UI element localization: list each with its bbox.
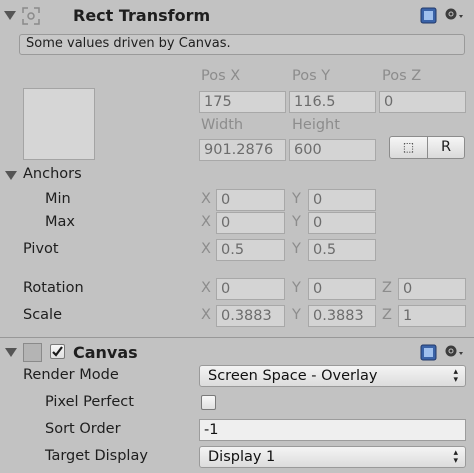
scale-z-field[interactable]: 1 (398, 305, 466, 327)
help-book-icon[interactable] (420, 7, 437, 24)
rotation-y-field[interactable]: 0 (308, 278, 376, 300)
rect-transform-icon (22, 7, 40, 25)
x-letter: X (201, 214, 211, 230)
scale-y-field[interactable]: 0.3883 (308, 305, 376, 327)
height-label: Height (292, 117, 340, 133)
z-letter: Z (382, 307, 392, 323)
rotation-label: Rotation (23, 280, 84, 296)
anchor-presets-button[interactable] (23, 88, 95, 160)
dropdown-arrows-icon: ▴ ▾ (453, 448, 458, 466)
render-mode-label: Render Mode (23, 367, 119, 383)
x-letter: X (201, 280, 211, 296)
anchor-min-y-field[interactable]: 0 (308, 189, 376, 211)
x-letter: X (201, 241, 211, 257)
x-letter: X (201, 307, 211, 323)
scale-x-field[interactable]: 0.3883 (216, 305, 285, 327)
pos-y-field[interactable]: 116.5 (289, 91, 376, 113)
anchors-max-label: Max (45, 214, 75, 230)
pos-z-label: Pos Z (382, 68, 422, 84)
help-book-icon[interactable] (420, 344, 437, 361)
anchor-max-x-field[interactable]: 0 (216, 212, 285, 234)
y-letter: Y (292, 307, 301, 323)
y-letter: Y (292, 214, 301, 230)
anchor-min-x-field[interactable]: 0 (216, 189, 285, 211)
render-mode-dropdown[interactable]: Screen Space - Overlay ▴ ▾ (199, 365, 466, 387)
z-letter: Z (382, 280, 392, 296)
pivot-y-field[interactable]: 0.5 (308, 239, 376, 261)
target-display-dropdown[interactable]: Display 1 ▴ ▾ (199, 446, 466, 468)
target-display-label: Target Display (45, 448, 148, 464)
driven-notice-box: Some values driven by Canvas. (19, 34, 465, 55)
rect-transform-header[interactable]: Rect Transform (0, 0, 474, 32)
width-field[interactable]: 901.2876 (199, 139, 286, 161)
anchor-max-y-field[interactable]: 0 (308, 212, 376, 234)
canvas-component-icon (23, 343, 42, 362)
gear-icon[interactable] (444, 343, 466, 361)
y-letter: Y (292, 191, 301, 207)
sort-order-label: Sort Order (45, 421, 121, 437)
pos-z-field[interactable]: 0 (379, 91, 466, 113)
pos-y-label: Pos Y (292, 68, 331, 84)
pos-x-label: Pos X (201, 68, 241, 84)
scale-label: Scale (23, 307, 63, 323)
component-title: Rect Transform (73, 6, 211, 25)
component-title: Canvas (73, 343, 138, 362)
dropdown-arrows-icon: ▴ ▾ (453, 367, 458, 385)
target-display-value: Display 1 (208, 449, 276, 465)
sort-order-field[interactable]: -1 (199, 419, 466, 441)
blueprint-icon: ⬚ (402, 140, 415, 154)
pivot-label: Pivot (23, 241, 59, 257)
blueprint-raw-toggle: ⬚ R (389, 136, 465, 159)
gear-icon[interactable] (444, 6, 466, 24)
canvas-foldout-icon[interactable] (5, 348, 17, 357)
x-letter: X (201, 191, 211, 207)
pixel-perfect-checkbox[interactable] (201, 395, 216, 410)
rotation-x-field[interactable]: 0 (216, 278, 285, 300)
blueprint-mode-button[interactable]: ⬚ (390, 137, 428, 158)
pivot-x-field[interactable]: 0.5 (216, 239, 285, 261)
anchors-foldout-icon[interactable] (5, 171, 17, 180)
render-mode-value: Screen Space - Overlay (208, 368, 378, 384)
pos-x-field[interactable]: 175 (199, 91, 286, 113)
rotation-z-field[interactable]: 0 (398, 278, 466, 300)
checkmark-icon (52, 346, 63, 357)
canvas-enabled-checkbox[interactable] (50, 344, 65, 359)
pixel-perfect-label: Pixel Perfect (45, 394, 134, 410)
rect-transform-foldout-icon[interactable] (4, 11, 16, 20)
driven-notice-text: Some values driven by Canvas. (26, 36, 231, 51)
anchors-min-label: Min (45, 191, 71, 207)
anchors-label[interactable]: Anchors (23, 166, 82, 182)
y-letter: Y (292, 241, 301, 257)
y-letter: Y (292, 280, 301, 296)
canvas-header[interactable]: Canvas (0, 337, 474, 368)
height-field[interactable]: 600 (289, 139, 376, 161)
width-label: Width (201, 117, 244, 133)
raw-edit-button[interactable]: R (428, 137, 464, 158)
